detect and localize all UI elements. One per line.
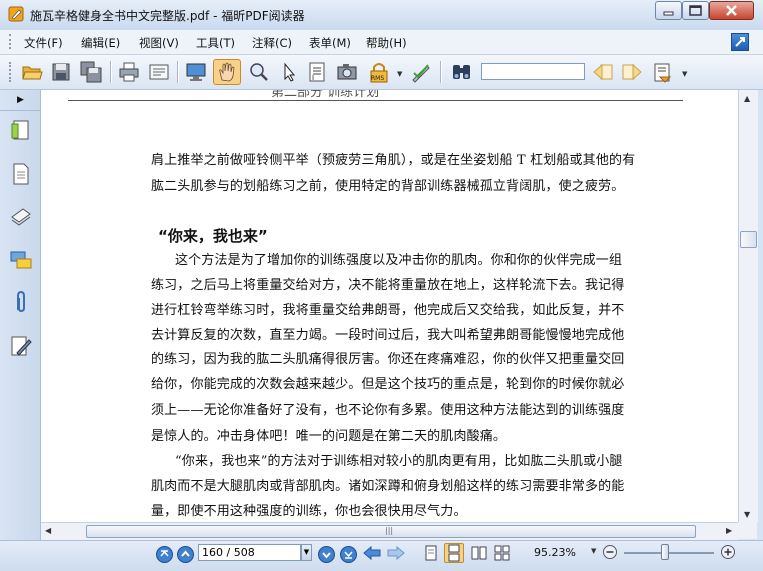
- svg-text:I: I: [312, 74, 314, 82]
- status-bar: 160 / 508 ▼ 95.23% ▼: [0, 540, 763, 571]
- prev-page-icon[interactable]: [177, 546, 194, 563]
- annotation-summary-icon[interactable]: [652, 61, 674, 83]
- layers-icon[interactable]: [9, 204, 33, 228]
- continuous-facing-icon[interactable]: [494, 545, 510, 561]
- zoom-out-icon[interactable]: [602, 544, 618, 560]
- text-line: 去计算反复的次数，直至力竭。一段时间过后，我大叫希望弗朗哥能慢慢地完成他: [151, 328, 625, 343]
- hand-tool-icon[interactable]: [213, 59, 241, 85]
- zoom-tool-icon[interactable]: [248, 61, 270, 83]
- save-all-icon[interactable]: [80, 61, 102, 83]
- attachments-icon[interactable]: [9, 290, 33, 314]
- fullscreen-icon[interactable]: [185, 61, 207, 83]
- scroll-up-icon[interactable]: ▲: [744, 94, 750, 103]
- svg-text:RMS: RMS: [371, 75, 384, 82]
- snapshot-icon[interactable]: [336, 61, 358, 83]
- open-icon[interactable]: [21, 61, 43, 83]
- scroll-corner: [738, 522, 757, 539]
- nav-divider: [0, 110, 40, 111]
- minimize-button[interactable]: [655, 1, 682, 20]
- bookmarks-icon[interactable]: [9, 118, 33, 142]
- menu-tools[interactable]: 工具(T): [196, 35, 235, 51]
- last-page-icon[interactable]: [340, 546, 357, 563]
- select-tool-icon[interactable]: [278, 61, 300, 83]
- text-line: 这个方法是为了增加你的训练强度以及冲击你的肌肉。你和你的伙伴完成一组: [175, 253, 623, 268]
- print-icon[interactable]: [118, 61, 140, 83]
- text-line: 给你，你能完成的次数会越来越少。但是这个技巧的重点是，轮到你的时候你就必: [151, 377, 625, 392]
- text-line: 量，即使不用这种强度的训练，你也会很快用尽气力。: [151, 504, 467, 519]
- zoom-in-icon[interactable]: [720, 544, 736, 560]
- next-page-icon[interactable]: [318, 546, 335, 563]
- text-line: 须上——无论你准备好了没有，也不论你有多累。使用这种方法能达到的训练强度: [151, 403, 625, 418]
- menu-grip[interactable]: [9, 34, 13, 49]
- navigation-panel: ▶: [0, 90, 41, 540]
- page-dropdown-icon[interactable]: ▼: [301, 544, 312, 561]
- find-prev-icon[interactable]: [592, 61, 614, 83]
- title-bar: 施瓦辛格健身全书中文完整版.pdf - 福昕PDF阅读器: [0, 0, 763, 31]
- toolbar-grip[interactable]: [9, 62, 13, 82]
- scroll-right-icon[interactable]: ▶: [726, 526, 732, 535]
- running-head: 第二部分 训练计划: [271, 90, 380, 100]
- app-icon[interactable]: [8, 6, 24, 22]
- menu-forms[interactable]: 表单(M): [309, 35, 351, 51]
- sign-icon[interactable]: [410, 61, 432, 83]
- menu-view[interactable]: 视图(V): [139, 35, 179, 51]
- text-line: 是惊人的。冲击身体吧！唯一的问题是在第二天的肌肉酸痛。: [151, 429, 507, 444]
- text-line: 肌肉而不是大腿肌肉或背部肌肉。诸如深蹲和俯身划船这样的练习需要非常多的能: [151, 479, 625, 494]
- forward-icon[interactable]: [387, 545, 405, 561]
- zoom-dropdown-icon[interactable]: ▼: [591, 547, 596, 555]
- zoom-slider-thumb[interactable]: [660, 544, 669, 560]
- vertical-scrollbar[interactable]: ▲ ▼: [738, 90, 758, 522]
- text-line: 肱二头肌参与的划船练习之前，使用特定的背部训练器械孤立背阔肌，使之疲劳。: [151, 179, 625, 194]
- page-number-field[interactable]: 160 / 508: [198, 544, 301, 561]
- toolbar-separator: [440, 61, 442, 83]
- find-next-icon[interactable]: [621, 61, 643, 83]
- menu-comments[interactable]: 注释(C): [252, 35, 292, 51]
- expand-panel-icon[interactable]: ▶: [17, 95, 24, 105]
- section-heading: “你来，我也来”: [158, 227, 268, 245]
- menu-help[interactable]: 帮助(H): [366, 35, 407, 51]
- scroll-down-icon[interactable]: ▼: [744, 510, 750, 519]
- annotation-dropdown-icon[interactable]: ▼: [682, 70, 687, 78]
- pages-icon[interactable]: [9, 162, 33, 186]
- menu-edit[interactable]: 编辑(E): [81, 35, 120, 51]
- signatures-icon[interactable]: [9, 334, 33, 358]
- continuous-page-icon[interactable]: [444, 543, 464, 563]
- horizontal-scroll-thumb[interactable]: |||: [86, 525, 696, 538]
- zoom-level[interactable]: 95.23%: [534, 546, 576, 559]
- rms-dropdown-icon[interactable]: ▼: [397, 70, 402, 78]
- thumb-grip-icon: |||: [385, 526, 394, 535]
- window-title: 施瓦辛格健身全书中文完整版.pdf - 福昕PDF阅读器: [30, 9, 305, 23]
- find-input[interactable]: [481, 63, 585, 80]
- text-select-icon[interactable]: I: [306, 61, 328, 83]
- text-line: 练习，之后马上将重量交给对方，决不能将重量放在地上，这样轮流下去。我记得: [151, 278, 625, 293]
- close-button[interactable]: [709, 1, 754, 20]
- document-view[interactable]: 第二部分 训练计划 肩上推举之前做哑铃侧平举（预疲劳三角肌），或是在坐姿划船 T…: [41, 90, 738, 522]
- restore-layout-icon[interactable]: [731, 33, 749, 51]
- menu-file[interactable]: 文件(F): [24, 35, 63, 51]
- single-page-icon[interactable]: [423, 545, 439, 561]
- toolbar-separator: [110, 61, 112, 83]
- maximize-button[interactable]: [682, 1, 709, 20]
- text-line: 肩上推举之前做哑铃侧平举（预疲劳三角肌），或是在坐姿划船 T 杠划船或其他的有: [151, 153, 636, 168]
- text-line: “你来，我也来”的方法对于训练相对较小的肌肉更有用，比如肱二头肌或小腿: [175, 454, 623, 469]
- horizontal-scrollbar[interactable]: ◀ ||| ▶: [41, 522, 738, 540]
- back-icon[interactable]: [363, 545, 381, 561]
- menu-bar: 文件(F) 编辑(E) 视图(V) 工具(T) 注释(C) 表单(M) 帮助(H…: [0, 30, 763, 55]
- scroll-left-icon[interactable]: ◀: [45, 526, 51, 535]
- zoom-slider[interactable]: [624, 552, 714, 554]
- vertical-scroll-thumb[interactable]: [740, 231, 757, 248]
- properties-icon[interactable]: [148, 61, 170, 83]
- save-icon[interactable]: [50, 61, 72, 83]
- facing-page-icon[interactable]: [471, 545, 487, 561]
- comments-icon[interactable]: [9, 248, 33, 272]
- toolbar-separator: [177, 61, 179, 83]
- find-icon[interactable]: [450, 61, 472, 83]
- first-page-icon[interactable]: [156, 546, 173, 563]
- text-line: 进行杠铃弯举练习时，我将重量交给弗朗哥，他完成后又交给我，如此反复，并不: [151, 303, 625, 318]
- text-line: 的练习，因为我的肱二头肌痛得很厉害。你还在疼痛难忍，你的伙伴又把重量交回: [151, 352, 625, 367]
- header-rule: [68, 100, 683, 101]
- rms-icon[interactable]: RMS: [368, 61, 390, 83]
- toolbar: I RMS ▼ ▼: [0, 55, 763, 90]
